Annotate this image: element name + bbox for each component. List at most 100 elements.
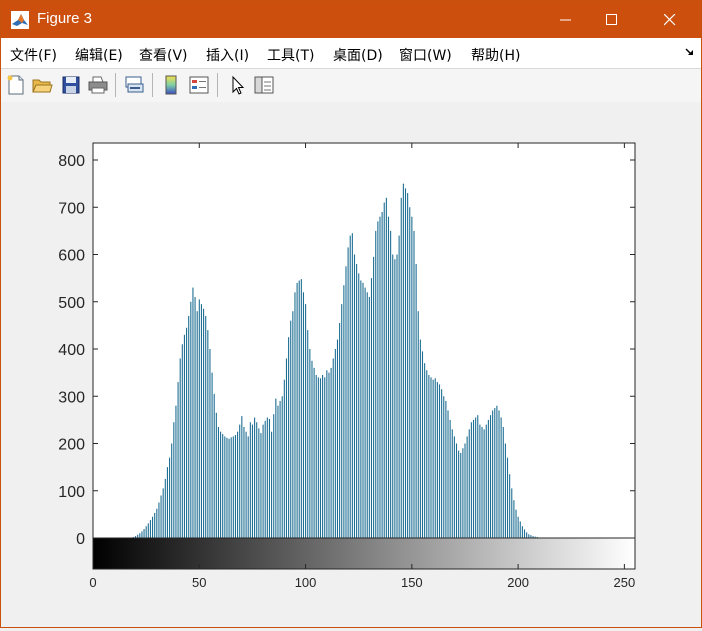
y-tick-label: 200 bbox=[58, 437, 85, 454]
histogram-bar bbox=[226, 438, 227, 538]
link-plot-button[interactable] bbox=[123, 74, 145, 96]
menu-edit[interactable]: 编辑(E) bbox=[75, 45, 123, 65]
toolbar-dock-arrow-icon[interactable] bbox=[685, 48, 695, 58]
histogram-bar bbox=[375, 231, 376, 538]
histogram-bar bbox=[505, 444, 506, 539]
minimize-button[interactable] bbox=[543, 1, 589, 38]
print-button[interactable] bbox=[87, 74, 109, 96]
open-file-button[interactable] bbox=[31, 74, 53, 96]
histogram-bar bbox=[314, 368, 315, 538]
histogram-bar bbox=[428, 375, 429, 538]
insert-legend-icon bbox=[188, 74, 210, 96]
y-tick-label: 500 bbox=[58, 295, 85, 312]
histogram-bar bbox=[252, 425, 253, 538]
maximize-button[interactable] bbox=[589, 1, 635, 38]
x-tick-label: 200 bbox=[507, 575, 529, 590]
menu-window[interactable]: 窗口(W) bbox=[399, 45, 452, 65]
histogram-bar bbox=[139, 533, 140, 538]
histogram-bar bbox=[209, 349, 210, 538]
histogram-bar bbox=[477, 415, 478, 538]
minimize-icon bbox=[560, 14, 572, 26]
histogram-bar bbox=[481, 427, 482, 538]
histogram-bar bbox=[258, 428, 259, 538]
close-button[interactable] bbox=[647, 1, 693, 38]
histogram-bar bbox=[443, 396, 444, 538]
title-bar[interactable]: Figure 3 bbox=[1, 1, 701, 38]
histogram-bar bbox=[362, 283, 363, 538]
histogram-bar bbox=[373, 257, 374, 538]
histogram-bar bbox=[301, 279, 302, 538]
histogram-bar bbox=[524, 530, 525, 539]
gray-colorbar bbox=[93, 538, 635, 569]
menu-help[interactable]: 帮助(H) bbox=[471, 45, 520, 65]
toolbar-separator bbox=[115, 73, 116, 97]
histogram-bar bbox=[288, 337, 289, 538]
histogram-bar bbox=[267, 418, 268, 538]
histogram-bar bbox=[186, 328, 187, 538]
histogram-bar bbox=[522, 526, 523, 538]
histogram-bar bbox=[303, 292, 304, 538]
histogram-bar bbox=[498, 410, 499, 538]
toolbar-separator bbox=[217, 73, 218, 97]
histogram-bar bbox=[318, 377, 319, 538]
histogram-bar bbox=[192, 288, 193, 538]
histogram-bar bbox=[273, 414, 274, 538]
window-title: Figure 3 bbox=[37, 10, 92, 27]
histogram-bar bbox=[171, 444, 172, 539]
histogram-bar bbox=[316, 375, 317, 538]
histogram-bar bbox=[190, 302, 191, 538]
insert-colorbar-button[interactable] bbox=[160, 74, 182, 96]
histogram-bar bbox=[401, 198, 402, 538]
menu-file[interactable]: 文件(F) bbox=[10, 45, 57, 65]
histogram-bar bbox=[339, 323, 340, 538]
menu-insert[interactable]: 插入(I) bbox=[206, 45, 249, 65]
histogram-bar bbox=[299, 280, 300, 538]
histogram-bar bbox=[233, 436, 234, 538]
histogram-bar bbox=[513, 500, 514, 538]
new-figure-button[interactable] bbox=[5, 74, 27, 96]
histogram-bar bbox=[396, 255, 397, 539]
histogram-bar bbox=[452, 429, 453, 538]
histogram-bar bbox=[224, 436, 225, 538]
histogram-bar bbox=[229, 439, 230, 538]
menu-view[interactable]: 查看(V) bbox=[139, 45, 188, 65]
y-tick-label: 100 bbox=[58, 484, 85, 501]
menu-desktop[interactable]: 桌面(D) bbox=[333, 45, 383, 65]
x-tick-label: 50 bbox=[192, 575, 206, 590]
histogram-bar bbox=[507, 458, 508, 538]
histogram-bar bbox=[350, 236, 351, 538]
histogram-bar bbox=[333, 358, 334, 538]
histogram-bar bbox=[307, 330, 308, 538]
histogram-bar bbox=[424, 363, 425, 538]
histogram-bar bbox=[409, 207, 410, 538]
histogram-bar bbox=[248, 436, 249, 538]
histogram-bar bbox=[294, 292, 295, 538]
menu-tools[interactable]: 工具(T) bbox=[267, 45, 314, 65]
histogram-bar bbox=[269, 419, 270, 538]
histogram-bar bbox=[199, 299, 200, 538]
x-tick-label: 250 bbox=[614, 575, 636, 590]
figure-canvas: 0100200300400500600700800 05010015020025… bbox=[1, 102, 701, 627]
save-button[interactable] bbox=[60, 74, 82, 96]
histogram-bar bbox=[263, 425, 264, 538]
histogram-bar bbox=[384, 203, 385, 538]
histogram-chart: 0100200300400500600700800 05010015020025… bbox=[1, 102, 701, 627]
new-figure-icon bbox=[5, 74, 27, 96]
histogram-bar bbox=[188, 316, 189, 538]
histogram-bar bbox=[341, 304, 342, 538]
histogram-bar bbox=[435, 378, 436, 538]
histogram-bar bbox=[311, 361, 312, 538]
histogram-bar bbox=[494, 408, 495, 538]
histogram-bar bbox=[246, 432, 247, 538]
property-inspector-button[interactable] bbox=[253, 74, 275, 96]
histogram-bar bbox=[335, 349, 336, 538]
histogram-bar bbox=[511, 488, 512, 538]
histogram-bar bbox=[379, 217, 380, 538]
edit-plot-button[interactable] bbox=[226, 74, 248, 96]
histogram-bar bbox=[214, 394, 215, 538]
histogram-bar bbox=[328, 373, 329, 538]
histogram-bar bbox=[447, 410, 448, 538]
insert-legend-button[interactable] bbox=[188, 74, 210, 96]
histogram-bar bbox=[407, 193, 408, 538]
histogram-bar bbox=[354, 255, 355, 539]
